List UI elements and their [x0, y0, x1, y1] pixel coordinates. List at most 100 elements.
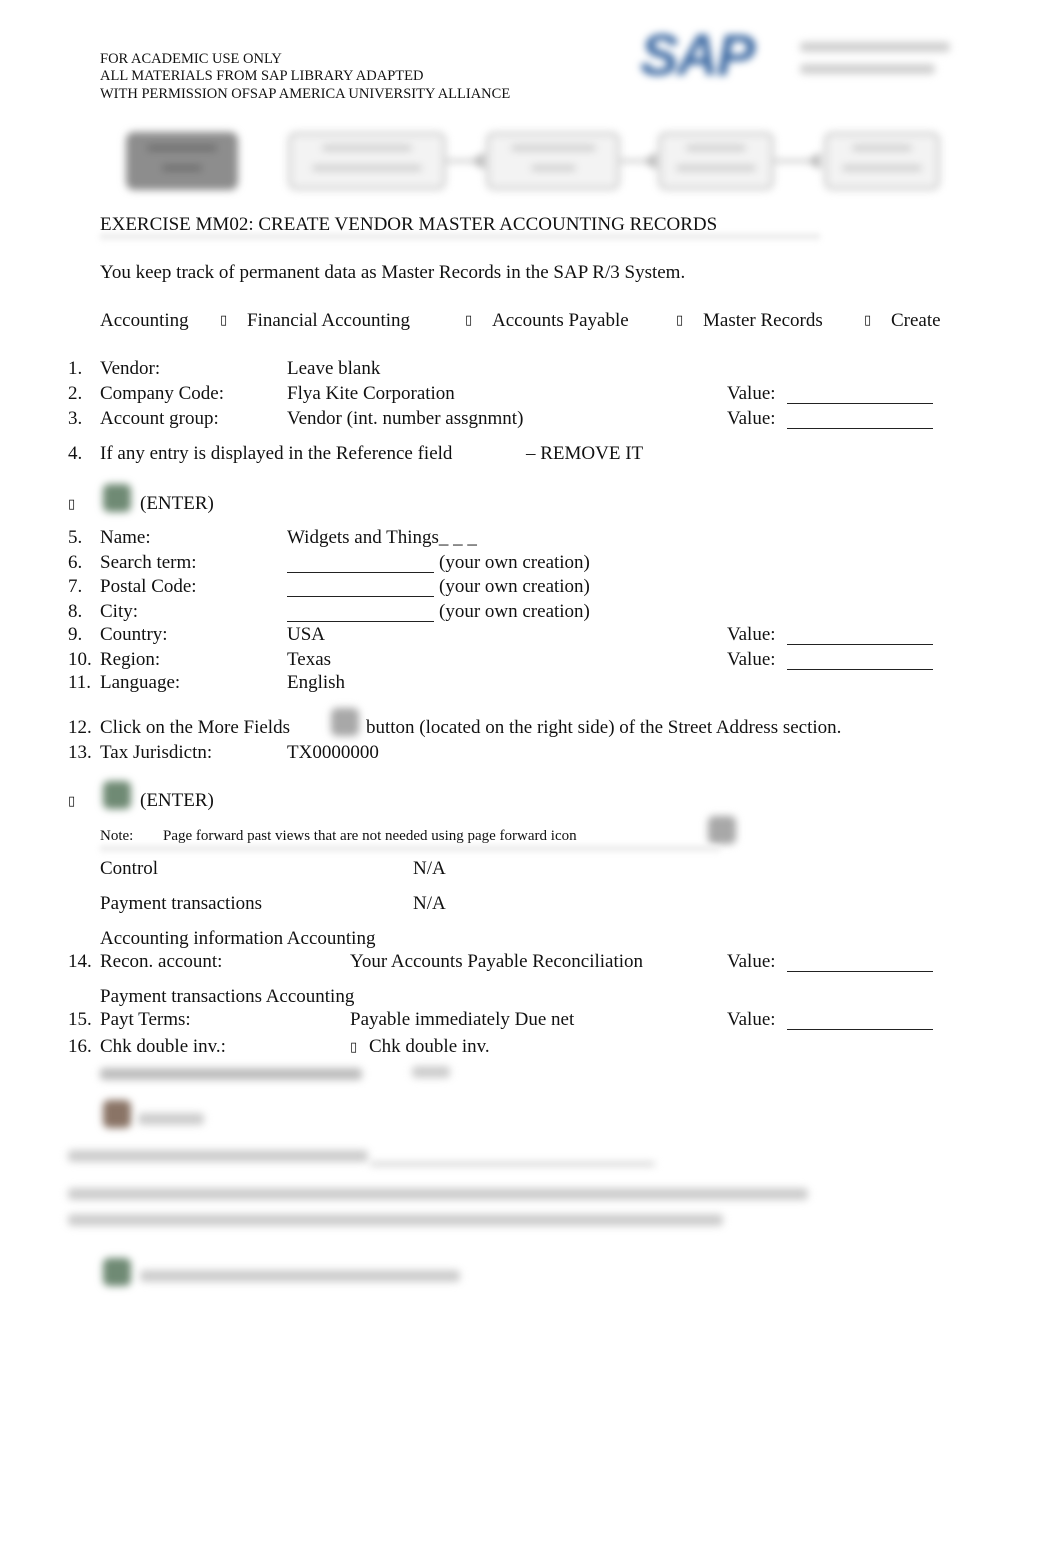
field-value: USA — [287, 624, 326, 645]
value-label: Value: — [727, 1009, 776, 1030]
value-blank — [787, 1011, 933, 1030]
flow-step-purchase-order — [486, 132, 620, 190]
obscured-line — [140, 1270, 460, 1282]
bullet-icon: ▯ — [68, 497, 76, 512]
step-text: Click on the More Fields — [100, 717, 290, 738]
value-blank — [787, 410, 933, 429]
obscured-line — [100, 1068, 362, 1080]
menu-path-accounting: Accounting — [100, 310, 189, 331]
page-forward-icon[interactable] — [708, 816, 736, 844]
field-hint: (your own creation) — [439, 601, 590, 622]
step-number: 15. — [68, 1009, 92, 1030]
step-number: 12. — [68, 717, 92, 738]
obscured-line — [68, 1214, 723, 1226]
field-label: Name: — [100, 527, 151, 548]
obscured-line — [412, 1066, 450, 1078]
step-number: 9. — [68, 624, 83, 645]
section-accounting-information: Accounting information Accounting — [100, 928, 376, 949]
enter-label: (ENTER) — [140, 790, 214, 811]
sap-logo: SAP — [640, 23, 755, 88]
flow-step-master-data — [126, 132, 238, 190]
value-label: Value: — [727, 649, 776, 670]
obscured-line — [370, 1162, 655, 1166]
step-text: If any entry is displayed in the Referen… — [100, 443, 453, 464]
process-flow-diagram — [122, 130, 942, 194]
field-value: Texas — [287, 649, 332, 670]
section-payment-transactions: Payment transactions Accounting — [100, 986, 355, 1007]
checkbox-icon: ▯ — [350, 1040, 358, 1055]
obscured-line — [68, 1150, 368, 1162]
field-value: English — [287, 672, 346, 693]
step-number: 10. — [68, 649, 92, 670]
value-label: Value: — [727, 624, 776, 645]
step-number: 5. — [68, 527, 83, 548]
step-number: 2. — [68, 383, 83, 404]
arrow-right-icon: ▯ — [864, 313, 872, 328]
step-text: button (located on the right side) of th… — [366, 717, 842, 738]
field-label: Recon. account: — [100, 951, 223, 972]
enter-icon[interactable] — [103, 781, 131, 809]
note-shadow — [100, 846, 720, 854]
field-label: Account group: — [100, 408, 219, 429]
bullet-icon: ▯ — [68, 794, 76, 809]
step-number: 14. — [68, 951, 92, 972]
entry-blank — [287, 554, 434, 573]
step-number: 13. — [68, 742, 92, 763]
enter-icon[interactable] — [103, 484, 131, 512]
field-value: Leave blank — [287, 358, 381, 379]
value-label: Value: — [727, 408, 776, 429]
field-label: Tax Jurisdictn: — [100, 742, 213, 763]
menu-path-accounts-payable: Accounts Payable — [492, 310, 629, 331]
step-number: 8. — [68, 601, 83, 622]
flow-step-goods-receipt — [658, 132, 774, 190]
field-value: Flya Kite Corporation — [287, 383, 455, 404]
value-label: Value: — [727, 383, 776, 404]
title-shadow — [100, 234, 820, 242]
entry-blank — [287, 603, 434, 622]
field-value: Payable immediately Due net — [350, 1009, 575, 1030]
disclaimer-line-1: FOR ACADEMIC USE ONLY — [100, 51, 282, 67]
value-blank — [787, 626, 933, 645]
field-value: Vendor (int. number assgnmnt) — [287, 408, 524, 429]
note-text: Page forward past views that are not nee… — [163, 828, 577, 844]
menu-path-master-records: Master Records — [703, 310, 823, 331]
university-alliances-logo-text — [800, 42, 950, 74]
obscured-line — [138, 1113, 204, 1125]
exit-icon[interactable] — [103, 1258, 131, 1286]
field-label: Country: — [100, 624, 168, 645]
step-number: 3. — [68, 408, 83, 429]
field-hint: (your own creation) — [439, 576, 590, 597]
disclaimer-line-3: WITH PERMISSION OFSAP AMERICA UNIVERSITY… — [100, 86, 511, 102]
view-value: N/A — [413, 893, 446, 914]
disclaimer-line-2: ALL MATERIALS FROM SAP LIBRARY ADAPTED — [100, 68, 424, 84]
step-action: – REMOVE IT — [526, 443, 644, 464]
flow-step-purchase-requisition — [288, 132, 446, 190]
field-label: Vendor: — [100, 358, 161, 379]
arrow-right-icon: ▯ — [676, 313, 684, 328]
value-blank — [787, 651, 933, 670]
arrow-right-icon: ▯ — [220, 313, 228, 328]
view-label: Payment transactions — [100, 893, 262, 914]
menu-path-create: Create — [891, 310, 941, 331]
field-value: Widgets and Things_ _ _ — [287, 527, 477, 548]
step-number: 7. — [68, 576, 83, 597]
intro-text: You keep track of permanent data as Mast… — [100, 262, 686, 283]
arrow-right-icon: ▯ — [465, 313, 473, 328]
field-label: Payt Terms: — [100, 1009, 191, 1030]
entry-blank — [287, 578, 434, 597]
save-icon[interactable] — [103, 1100, 131, 1128]
more-fields-icon[interactable] — [331, 708, 359, 736]
flow-step-invoice-receipt — [824, 132, 940, 190]
field-label: Chk double inv.: — [100, 1036, 226, 1057]
view-value: N/A — [413, 858, 446, 879]
value-label: Value: — [727, 951, 776, 972]
step-number: 1. — [68, 358, 83, 379]
step-number: 16. — [68, 1036, 92, 1057]
field-label: Postal Code: — [100, 576, 197, 597]
field-label: Search term: — [100, 552, 197, 573]
step-number: 11. — [68, 672, 92, 693]
enter-label: (ENTER) — [140, 493, 214, 514]
value-blank — [787, 385, 933, 404]
step-number: 4. — [68, 443, 83, 464]
step-number: 6. — [68, 552, 83, 573]
